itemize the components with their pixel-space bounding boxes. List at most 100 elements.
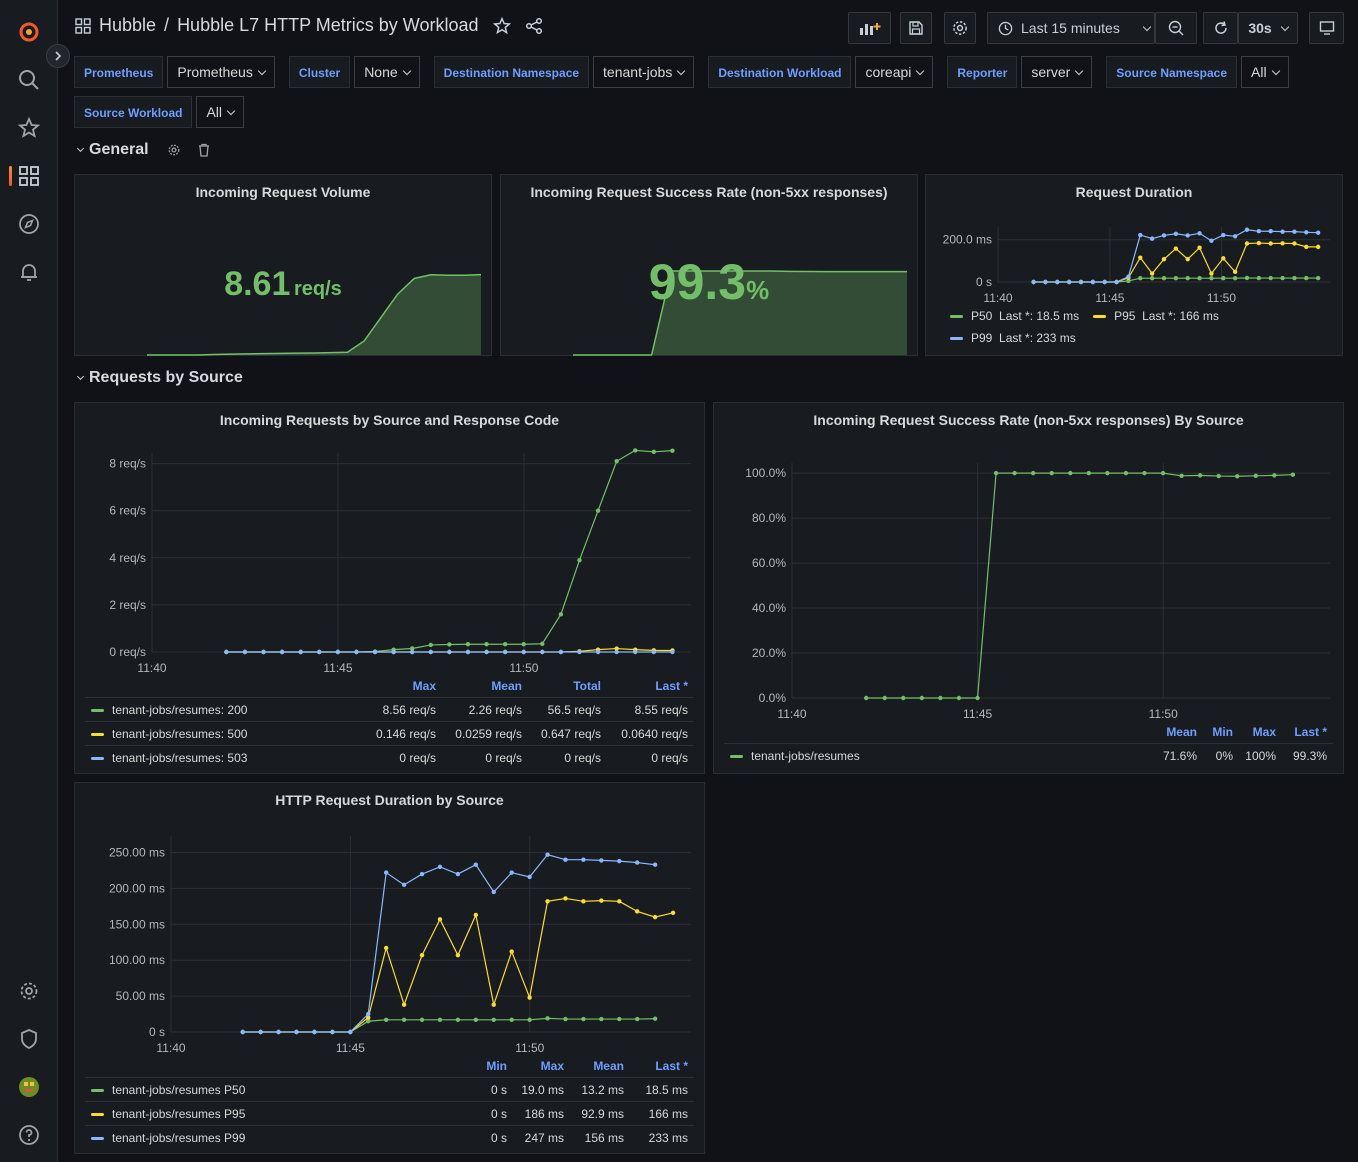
series-line	[866, 472, 1293, 699]
refresh-button[interactable]	[1203, 12, 1238, 44]
column-header-last[interactable]: Last *	[655, 679, 688, 693]
data-point	[455, 871, 461, 877]
row-requests-by-source[interactable]: Requests by Source	[76, 369, 243, 387]
legend-row[interactable]: tenant-jobs/resumes 71.6% 0% 100% 99.3%	[724, 743, 1333, 767]
variable-label: Source Namespace	[1106, 56, 1238, 88]
zoom-out-button[interactable]	[1155, 12, 1197, 44]
value-mean: 0.0259 req/s	[455, 727, 522, 741]
explore-compass-icon[interactable]	[0, 204, 57, 244]
column-header-total[interactable]: Total	[573, 679, 601, 693]
legend-row[interactable]: tenant-jobs/resumes P95 0 s 186 ms 92.9 …	[85, 1101, 694, 1125]
variable-source-namespace-select[interactable]: All	[1241, 56, 1289, 88]
legend-item-p95[interactable]: P95 Last *: 166 ms	[1093, 309, 1219, 323]
data-point	[383, 1017, 389, 1022]
data-point	[1216, 473, 1221, 479]
refresh-interval-picker[interactable]: 30s	[1238, 12, 1298, 44]
dashboards-icon[interactable]	[0, 156, 57, 196]
data-point	[651, 449, 657, 455]
variable-reporter-select[interactable]: server	[1021, 56, 1093, 88]
variable-label: Reporter	[947, 56, 1018, 88]
add-panel-button[interactable]	[848, 12, 891, 44]
breadcrumb-separator: /	[164, 15, 170, 35]
column-header-min[interactable]: Min	[1212, 725, 1233, 739]
legend-row[interactable]: tenant-jobs/resumes P99 0 s 247 ms 156 m…	[85, 1125, 694, 1149]
data-point	[521, 649, 526, 655]
starred-icon[interactable]	[0, 108, 57, 148]
y-tick-label: 60.0%	[752, 556, 786, 570]
legend-row[interactable]: tenant-jobs/resumes: 503 0 req/s 0 req/s…	[85, 745, 694, 769]
column-header-min[interactable]: Min	[486, 1059, 507, 1073]
data-point	[447, 642, 452, 647]
row-settings-gear-icon[interactable]	[167, 143, 181, 157]
variable-cluster-select[interactable]: None	[354, 56, 420, 88]
column-header-mean[interactable]: Mean	[491, 679, 522, 693]
column-header-max[interactable]: Max	[1253, 725, 1276, 739]
column-header-mean[interactable]: Mean	[1166, 725, 1197, 739]
value-last: 18.5 ms	[645, 1083, 688, 1097]
y-tick-label: 50.00 ms	[116, 989, 165, 1003]
panel-request-duration[interactable]: Request Duration 200.0 ms 0 s 11:40 11:45 11…	[925, 174, 1343, 356]
grafana-logo-icon[interactable]	[0, 12, 57, 52]
data-point	[635, 909, 640, 914]
expand-sidebar-button[interactable]	[46, 44, 70, 68]
column-header-max[interactable]: Max	[541, 1059, 564, 1073]
legend-name: P50	[971, 309, 993, 323]
series-line	[1033, 229, 1319, 283]
alerting-bell-icon[interactable]	[0, 252, 57, 292]
data-point	[558, 612, 564, 617]
legend-row[interactable]: tenant-jobs/resumes: 200 8.56 req/s 2.26…	[85, 697, 694, 721]
chevron-down-icon	[226, 106, 236, 115]
data-point	[1090, 279, 1096, 285]
data-point	[1197, 275, 1202, 281]
legend-last: Last *: 18.5 ms	[999, 309, 1080, 323]
cycle-view-mode-button[interactable]	[1309, 12, 1344, 44]
data-point	[1160, 470, 1166, 476]
data-point	[521, 642, 526, 647]
variable-destination-workload-select[interactable]: coreapi	[855, 56, 934, 88]
data-point	[279, 649, 285, 655]
user-avatar[interactable]	[0, 1067, 57, 1107]
data-point	[527, 874, 532, 880]
panel-success-rate-by-source[interactable]: Incoming Request Success Rate (non-5xx r…	[713, 402, 1344, 774]
search-icon[interactable]	[0, 60, 57, 100]
panel-incoming-request-volume[interactable]: Incoming Request Volume 8.61 req/s	[74, 174, 492, 356]
column-header-mean[interactable]: Mean	[593, 1059, 624, 1073]
row-general[interactable]: General	[76, 141, 211, 159]
column-header-max[interactable]: Max	[413, 679, 436, 693]
chevron-down-icon	[76, 144, 85, 153]
time-range-picker[interactable]: Last 15 minutes	[987, 12, 1155, 44]
breadcrumb-folder-link[interactable]: Hubble	[99, 15, 156, 36]
dashboard-settings-button[interactable]	[944, 12, 976, 44]
data-point	[1138, 232, 1143, 238]
panel-requests-by-source-code[interactable]: Incoming Requests by Source and Response…	[74, 402, 705, 774]
variable-prometheus-select[interactable]: Prometheus	[167, 56, 275, 88]
trash-icon[interactable]	[197, 143, 211, 157]
save-dashboard-button[interactable]	[900, 12, 932, 44]
variable-destination-namespace-select[interactable]: tenant-jobs	[593, 56, 695, 88]
dashboard-title[interactable]: Hubble L7 HTTP Metrics by Workload	[177, 15, 478, 36]
legend-row[interactable]: tenant-jobs/resumes P50 0 s 19.0 ms 13.2…	[85, 1077, 694, 1101]
data-point	[1292, 275, 1297, 281]
value-max: 0 req/s	[399, 751, 436, 765]
panel-http-duration-by-source[interactable]: HTTP Request Duration by Source 250.00 m…	[74, 782, 705, 1154]
legend-row[interactable]: tenant-jobs/resumes: 500 0.146 req/s 0.0…	[85, 721, 694, 745]
variable-source-workload-select[interactable]: All	[196, 96, 245, 128]
share-icon[interactable]	[525, 17, 543, 35]
legend: P50 Last *: 18.5 ms P95 Last *: 166 ms	[950, 309, 1219, 323]
server-admin-shield-icon[interactable]	[0, 1019, 57, 1059]
configuration-gear-icon[interactable]	[0, 971, 57, 1011]
column-header-last[interactable]: Last *	[1294, 725, 1327, 739]
star-icon[interactable]	[492, 16, 511, 35]
y-tick-label: 150.00 ms	[109, 917, 165, 931]
stat-unit: req/s	[294, 278, 342, 300]
panel-incoming-success-rate[interactable]: Incoming Request Success Rate (non-5xx r…	[500, 174, 918, 356]
stat-number: 99.3	[648, 254, 747, 310]
column-header-last[interactable]: Last *	[655, 1059, 688, 1073]
series-name: tenant-jobs/resumes P95	[112, 1107, 246, 1121]
value-min: 0 s	[490, 1107, 507, 1121]
help-icon[interactable]	[0, 1115, 57, 1155]
value-total: 56.5 req/s	[547, 703, 601, 717]
legend-item-p99[interactable]: P99 Last *: 233 ms	[950, 331, 1076, 345]
legend-item-p50[interactable]: P50 Last *: 18.5 ms	[950, 309, 1079, 323]
variable-label: Source Workload	[74, 96, 193, 128]
